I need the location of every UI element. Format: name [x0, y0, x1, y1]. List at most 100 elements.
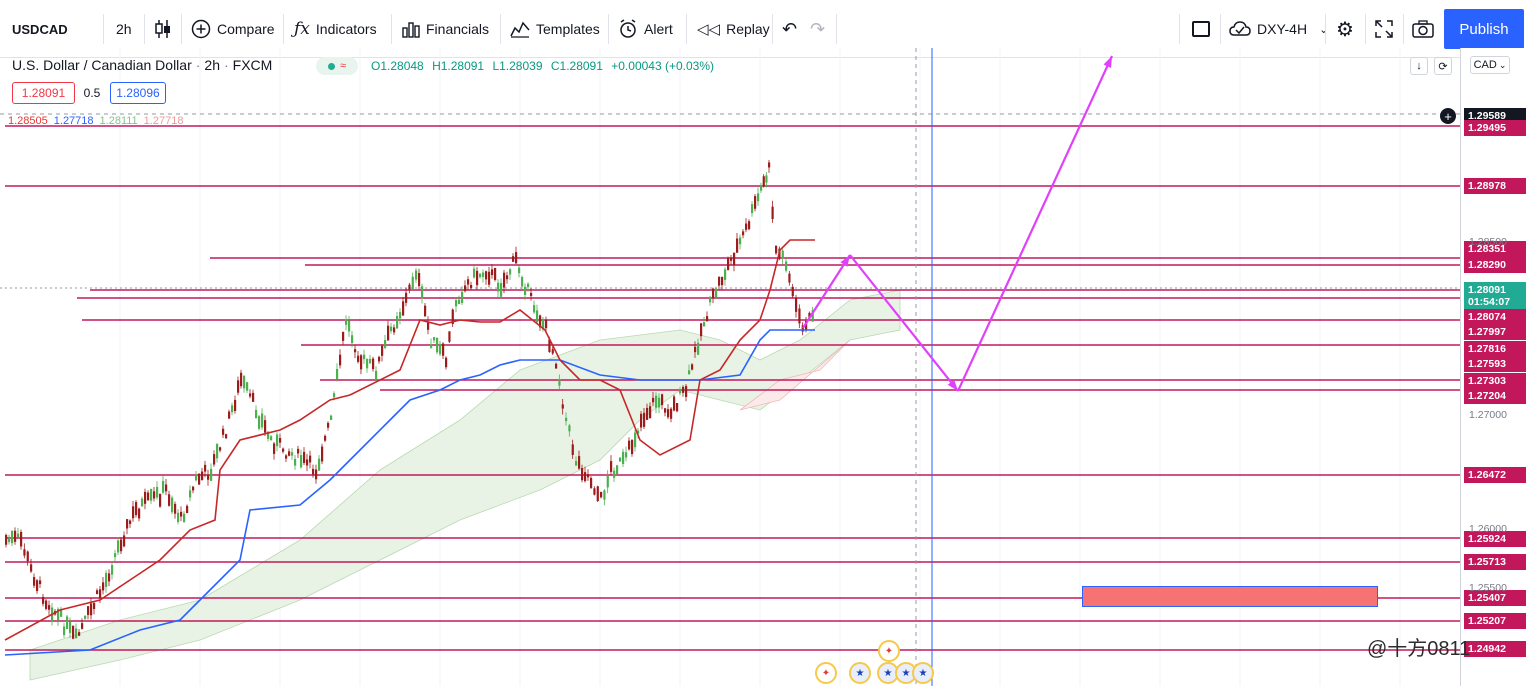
candle: [282, 448, 285, 452]
candle: [258, 416, 261, 429]
candle: [261, 413, 264, 428]
candle: [485, 271, 488, 280]
candle: [135, 502, 138, 516]
candle: [210, 468, 213, 481]
market-status-badge[interactable]: ≈: [316, 57, 358, 75]
candle: [436, 337, 439, 353]
candle: [727, 258, 730, 270]
candle: [625, 452, 628, 458]
tenkan-sen-line: [4, 239, 815, 641]
candle: [742, 231, 745, 236]
candlestick-icon: [155, 20, 170, 38]
instrument-name: U.S. Dollar / Canadian Dollar: [12, 57, 192, 73]
undo-icon: ↶: [782, 18, 798, 39]
scroll-down-button[interactable]: ↓: [1410, 57, 1428, 75]
reset-scale-button[interactable]: ⟳: [1434, 57, 1452, 75]
sell-button[interactable]: 1.28091: [12, 82, 75, 104]
price-axis[interactable]: 1.29589 1.29495 1.28978 1.28351 1.28290 1.280…: [1460, 48, 1530, 686]
ohlc-values: O1.28048 H1.28091 L1.28039 C1.28091 +0.0…: [371, 59, 719, 73]
candle: [688, 370, 691, 375]
publish-button[interactable]: Publish: [1444, 9, 1524, 49]
candle: [189, 490, 192, 498]
price-tag: 1.28074: [1464, 309, 1526, 325]
candle: [670, 408, 673, 419]
change-value: +0.00043 (+0.03%): [611, 59, 714, 73]
candle: [147, 492, 150, 501]
projection-arrow: [957, 55, 1113, 392]
chart-legend: U.S. Dollar / Canadian Dollar · 2h · FXC…: [12, 57, 273, 73]
candle: [198, 473, 201, 485]
candle: [399, 312, 402, 319]
candle: [162, 481, 165, 493]
settings-icon: ⚙: [1336, 18, 1354, 41]
candle: [36, 580, 39, 592]
candle: [297, 448, 300, 454]
candle: [433, 337, 436, 341]
buy-button[interactable]: 1.28096: [110, 82, 166, 104]
candle: [132, 506, 135, 519]
candle: [339, 354, 342, 366]
financials-label: Financials: [426, 21, 490, 37]
canada-flag-event-icon[interactable]: ✦: [815, 662, 837, 684]
candle: [285, 455, 288, 459]
candle: [240, 372, 243, 387]
candle: [402, 301, 405, 316]
candle: [771, 206, 774, 220]
us-flag-event-icon[interactable]: ★: [912, 662, 934, 684]
candle: [396, 316, 399, 329]
candle: [795, 298, 798, 312]
candle: [156, 486, 159, 498]
candle: [568, 425, 571, 432]
candle: [354, 349, 357, 353]
projection-arrow-head: [1103, 56, 1112, 68]
refresh-icon: ⟳: [1438, 60, 1448, 73]
candle: [207, 474, 210, 480]
candle: [279, 438, 282, 443]
candle: [673, 396, 676, 411]
candle: [479, 273, 482, 278]
currency-selector[interactable]: CAD ⌄: [1470, 56, 1510, 74]
watermark: @十方0811: [1367, 638, 1471, 660]
candle: [20, 531, 23, 547]
candle: [315, 469, 318, 480]
candle: [649, 406, 652, 419]
candle: [497, 282, 500, 292]
candle: [408, 284, 411, 290]
candle: [228, 411, 231, 419]
candle: [264, 420, 267, 433]
candle: [357, 355, 360, 362]
candle: [216, 443, 219, 459]
us-flag-event-icon[interactable]: ★: [849, 662, 871, 684]
candle: [421, 286, 424, 299]
candle: [246, 382, 249, 391]
candle: [590, 477, 593, 488]
add-alert-plus-icon[interactable]: +: [1440, 108, 1456, 124]
candle: [30, 564, 33, 572]
candle: [679, 389, 682, 394]
price-axis-label: 1.25500: [1469, 582, 1507, 594]
candle: [192, 486, 195, 491]
candle: [616, 465, 619, 475]
support-zone-rectangle[interactable]: [1082, 586, 1378, 607]
spread-value: 0.5: [80, 82, 104, 104]
candle: [551, 349, 554, 354]
candle: [415, 270, 418, 280]
candle: [682, 386, 685, 393]
canada-flag-event-icon[interactable]: ✦: [878, 640, 900, 662]
ichimoku-legend[interactable]: 1.28505 1.27718 1.28111 1.27718: [8, 115, 189, 127]
candle: [596, 486, 599, 501]
candle: [171, 497, 174, 513]
candle: [8, 538, 11, 543]
candle: [458, 299, 461, 305]
status-symbol: ≈: [339, 60, 347, 72]
candle: [201, 471, 204, 481]
candle: [87, 606, 90, 615]
candle: [105, 573, 108, 587]
candle: [273, 443, 276, 454]
candle: [306, 459, 309, 466]
legend-interval: 2h: [204, 57, 220, 73]
candle: [515, 252, 518, 264]
candle: [791, 286, 794, 297]
candle: [646, 407, 649, 420]
candle: [509, 269, 512, 275]
